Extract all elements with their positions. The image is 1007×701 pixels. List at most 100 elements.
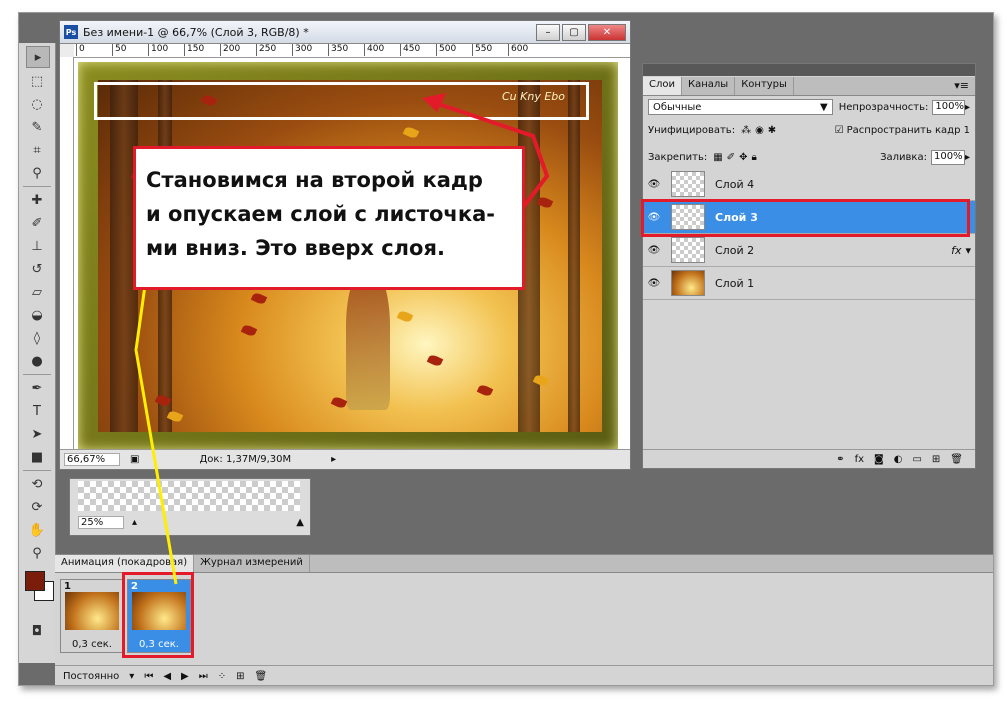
quick-mask-icon[interactable]: ◘ — [26, 621, 48, 641]
zoom-out-icon[interactable]: ▴ — [132, 517, 137, 528]
ruler-tick: 300 — [292, 44, 312, 56]
tab-measurement-log[interactable]: Журнал измерений — [194, 555, 310, 572]
frame-delay[interactable]: 0,3 сек. — [61, 639, 123, 650]
eraser-tool-icon[interactable]: ▱ — [26, 282, 48, 302]
eye-icon[interactable]: 👁︎ — [643, 179, 665, 190]
minimize-icon[interactable]: – — [536, 23, 560, 41]
leaf — [250, 291, 268, 306]
navigator-zoom-field[interactable]: 25% — [78, 515, 124, 529]
chevron-down-icon[interactable]: ▾ — [129, 671, 134, 682]
close-icon[interactable]: ✕ — [588, 23, 626, 41]
fill-arrow-icon[interactable]: ▸ — [965, 152, 970, 163]
propagate-checkbox[interactable]: ☑ — [835, 125, 844, 136]
status-icon[interactable]: ▣ — [130, 454, 139, 465]
clone-stamp-tool-icon[interactable]: ⊥ — [26, 236, 48, 256]
link-layers-icon[interactable]: ⚭ — [836, 454, 844, 465]
layer-row[interactable]: 👁︎ Слой 2 fx ▾ — [643, 234, 975, 267]
opacity-arrow-icon[interactable]: ▸ — [965, 102, 970, 113]
loop-select[interactable]: Постоянно — [63, 671, 119, 682]
foreground-color-swatch[interactable] — [25, 571, 45, 591]
unify-visibility-icon[interactable]: ◉ — [755, 125, 764, 136]
opacity-field[interactable]: 100% — [932, 99, 965, 115]
marquee-tool-icon[interactable]: ⬚ — [26, 71, 48, 91]
panel-collapse-bar[interactable] — [643, 64, 975, 76]
history-brush-tool-icon[interactable]: ↺ — [26, 259, 48, 279]
lock-all-icon[interactable]: 🔒︎ — [751, 152, 756, 163]
tools-divider — [23, 470, 51, 471]
color-swatches[interactable] — [23, 567, 54, 617]
type-tool-icon[interactable]: T — [26, 401, 48, 421]
ruler-tick: 400 — [364, 44, 384, 56]
leaf — [402, 125, 420, 140]
blend-mode-value: Обычные — [653, 101, 702, 113]
first-frame-icon[interactable]: ⏮ — [144, 671, 153, 682]
zoom-in-icon[interactable]: ▲ — [296, 517, 304, 528]
adjustment-layer-icon[interactable]: ◐ — [894, 454, 903, 465]
callout-line: ми вниз. Это вверх слоя. — [146, 236, 445, 260]
document-info: Док: 1,37M/9,30M — [199, 454, 292, 465]
maximize-icon[interactable]: ▢ — [562, 23, 586, 41]
crop-tool-icon[interactable]: ⌗ — [26, 140, 48, 160]
add-mask-icon[interactable]: ◙ — [874, 454, 884, 465]
opacity-label: Непрозрачность: — [838, 101, 929, 113]
brush-tool-icon[interactable]: ✐ — [26, 213, 48, 233]
previous-frame-icon[interactable]: ◀ — [163, 671, 171, 682]
quick-selection-tool-icon[interactable]: ✎ — [26, 117, 48, 137]
healing-brush-tool-icon[interactable]: ✚ — [26, 190, 48, 210]
pen-tool-icon[interactable]: ✒ — [26, 378, 48, 398]
navigator-preview[interactable] — [78, 481, 300, 511]
layer-row[interactable]: 👁︎ Слой 1 — [643, 267, 975, 300]
frame-number: 1 — [64, 581, 71, 592]
ruler-tick: 250 — [256, 44, 276, 56]
chevron-down-icon: ▼ — [820, 101, 828, 113]
vertical-ruler — [60, 57, 74, 449]
tab-channels[interactable]: Каналы — [682, 77, 736, 95]
new-layer-icon[interactable]: ⊞ — [932, 454, 940, 465]
lasso-tool-icon[interactable]: ◌ — [26, 94, 48, 114]
3d-orbit-tool-icon[interactable]: ⟳ — [26, 497, 48, 517]
unify-style-icon[interactable]: ✱ — [768, 125, 776, 136]
zoom-tool-icon[interactable]: ⚲ — [26, 543, 48, 563]
lock-pixels-icon[interactable]: ✐ — [727, 152, 735, 163]
tab-animation[interactable]: Анимация (покадровая) — [55, 555, 195, 572]
blend-mode-select[interactable]: Обычные ▼ — [648, 99, 833, 115]
3d-rotate-tool-icon[interactable]: ⟲ — [26, 474, 48, 494]
hand-tool-icon[interactable]: ✋ — [26, 520, 48, 540]
layers-panel-tabs: Слои Каналы Контуры ▾≡ — [643, 77, 975, 96]
zoom-field[interactable]: 66,67% — [64, 453, 120, 466]
woman-figure — [346, 270, 390, 410]
delete-frame-icon[interactable]: 🗑︎ — [255, 671, 268, 682]
next-frame-icon[interactable]: ⏭ — [199, 671, 208, 682]
tween-icon[interactable]: ⁘ — [218, 671, 226, 682]
fill-field[interactable]: 100% — [930, 150, 965, 165]
status-arrow-icon[interactable]: ▸ — [331, 454, 336, 465]
add-style-icon[interactable]: fx — [855, 454, 864, 465]
blur-tool-icon[interactable]: ◊ — [26, 328, 48, 348]
delete-layer-icon[interactable]: 🗑︎ — [950, 454, 963, 465]
expand-effects-icon[interactable]: ▾ — [965, 244, 971, 257]
lock-position-icon[interactable]: ✥ — [739, 152, 747, 163]
move-tool-icon[interactable]: ▸ — [26, 46, 50, 68]
paint-bucket-tool-icon[interactable]: ◒ — [26, 305, 48, 325]
unify-position-icon[interactable]: ⁂ — [741, 125, 751, 136]
panel-menu-icon[interactable]: ▾≡ — [948, 77, 975, 95]
tab-layers[interactable]: Слои — [643, 77, 682, 95]
path-selection-tool-icon[interactable]: ➤ — [26, 424, 48, 444]
duplicate-frame-icon[interactable]: ⊞ — [236, 671, 244, 682]
play-icon[interactable]: ▶ — [181, 671, 189, 682]
tools-divider — [23, 186, 51, 187]
layer-row[interactable]: 👁︎ Слой 4 — [643, 168, 975, 201]
lock-transparency-icon[interactable]: ▦ — [713, 152, 722, 163]
eye-icon[interactable]: 👁︎ — [643, 245, 665, 256]
layer-effects-icon[interactable]: fx — [951, 244, 961, 257]
eye-icon[interactable]: 👁︎ — [643, 278, 665, 289]
animation-frame[interactable]: 1 0,3 сек. — [60, 579, 124, 653]
animation-panel: Анимация (покадровая) Журнал измерений 1… — [55, 554, 993, 685]
propagate-label: Распространить кадр 1 — [846, 125, 970, 136]
new-group-icon[interactable]: ▭ — [912, 454, 921, 465]
tab-paths[interactable]: Контуры — [735, 77, 794, 95]
rectangle-tool-icon[interactable]: ■ — [26, 447, 48, 467]
dodge-tool-icon[interactable]: ● — [26, 351, 48, 371]
eyedropper-tool-icon[interactable]: ⚲ — [26, 163, 48, 183]
document-titlebar[interactable]: Ps Без имени-1 @ 66,7% (Слой 3, RGB/8) *… — [60, 21, 630, 44]
